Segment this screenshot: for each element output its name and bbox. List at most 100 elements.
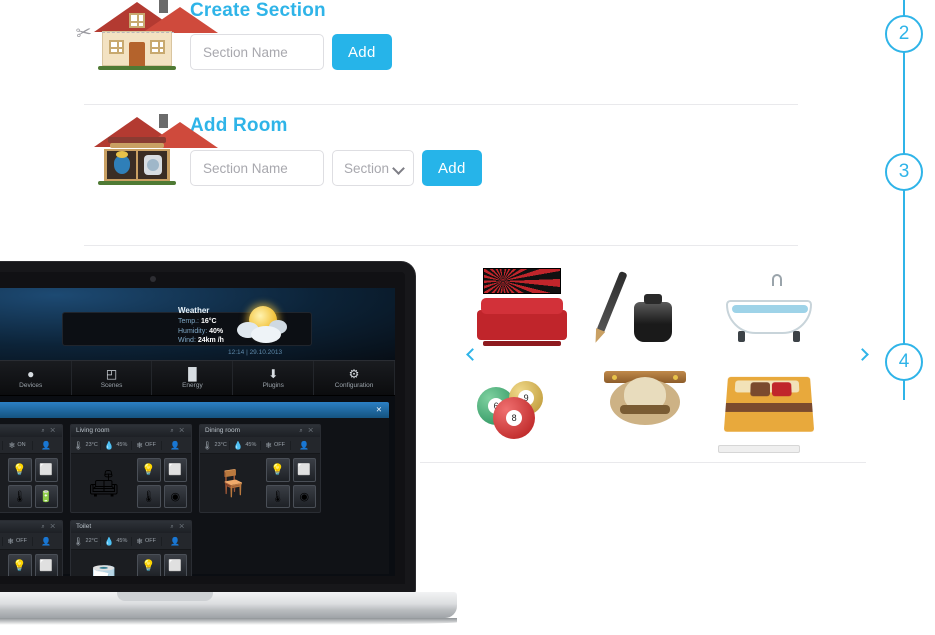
room-art-icon: 🧻 — [75, 554, 133, 577]
floor-panel: Ground floor ✕ Kitchen⌕ ✕🌡22°C💧50%❄ON👤🍶💡… — [0, 402, 389, 576]
hat-rack-icon[interactable] — [592, 361, 697, 449]
room-card[interactable]: Kitchen⌕ ✕🌡22°C💧50%❄ON👤🍶💡⬜🌡🔋 — [0, 424, 63, 513]
room-controls: 💡⬜🌡◉ — [137, 554, 187, 576]
stat-icon: 💧 — [104, 440, 115, 450]
webcam-icon — [149, 276, 156, 282]
stat-icon: 👤 — [41, 440, 52, 450]
room-control-button[interactable]: ⬜ — [34, 554, 58, 576]
billiard-balls-icon[interactable]: 6 9 8 — [469, 361, 574, 449]
room-card-tools[interactable]: ⌕ ✕ — [170, 425, 186, 437]
room-card[interactable]: Living room ⌕ ✕ 🌡 23°C 💧 45% ❄ OFF 👤 🛋 💡 ⬜ 🌡 ◉ — [70, 424, 192, 513]
bathtub-icon[interactable] — [716, 266, 821, 354]
room-card[interactable]: Guest room⌕ ✕🌡24°C💧45%❄OFF👤💼💡⬜🌡◉ — [0, 520, 63, 576]
divider-3 — [420, 462, 866, 463]
stat-value: OFF — [144, 442, 156, 448]
stat-value: ON — [17, 442, 26, 448]
weather-humidity-label: Humidity: — [178, 327, 208, 335]
room-control-button[interactable]: ⬜ — [163, 458, 187, 482]
setup-form-area: ✂ Create Section Add — [0, 0, 866, 246]
nav-item-plugins[interactable]: ⬇ Plugins — [233, 361, 315, 395]
nav-item-devices[interactable]: ● Devices — [0, 361, 72, 395]
room-main: 🧻💡⬜🌡◉ — [71, 550, 191, 576]
step-indicator-4[interactable]: 4 — [885, 343, 923, 381]
room-control-button[interactable]: 💡 — [137, 458, 161, 482]
sofa-icon[interactable] — [469, 266, 574, 354]
room-stat: 💧45% — [101, 440, 132, 450]
create-section-add-button[interactable]: Add — [332, 34, 392, 70]
room-stat: 👤 — [33, 537, 62, 546]
weather-wind-value: 24km /h — [197, 337, 224, 344]
dashboard-header: Lite 2.558 Weather Temp.: 16°C Humidity: — [0, 288, 395, 360]
room-card-tools[interactable]: ⌕ ✕ — [170, 521, 186, 533]
nav-item-energy[interactable]: █ Energy — [152, 361, 234, 395]
room-card-tools[interactable]: ⌕ ✕ — [299, 425, 315, 437]
room-control-button[interactable]: 🔋 — [34, 484, 58, 508]
room-control-button[interactable]: ⬜ — [163, 554, 187, 576]
step-indicator-3[interactable]: 3 — [885, 153, 923, 191]
room-stat: 👤 — [162, 441, 191, 450]
step-indicator-2[interactable]: 2 — [885, 15, 923, 53]
stat-icon: 🌡 — [73, 440, 84, 450]
room-control-button[interactable]: ◉ — [292, 484, 316, 508]
room-control-button[interactable]: 💡 — [266, 458, 290, 482]
weather-wind: Wind: 24km /h — [178, 336, 224, 346]
nav-item-configuration[interactable]: ⚙ Configuration — [314, 361, 395, 395]
floor-panel-header: Ground floor ✕ — [0, 402, 389, 418]
add-room-row: Add Room Section Add — [0, 105, 866, 245]
room-card[interactable]: Dining room ⌕ ✕ 🌡 23°C 💧 45% ❄ OFF 👤 🪑 💡 ⬜ 🌡 ◉ — [199, 424, 321, 513]
home-dashboard: Lite 2.558 Weather Temp.: 16°C Humidity: — [0, 288, 395, 576]
room-art-icon: 💼 — [0, 554, 4, 576]
room-card-tools[interactable]: ⌕ ✕ — [41, 425, 57, 437]
room-stats: 🌡22°C💧50%❄ON👤 — [0, 437, 62, 454]
weather-sun-cloud-icon — [235, 304, 289, 346]
nav-item-scenes[interactable]: ◰ Scenes — [72, 361, 153, 395]
add-room-add-button[interactable]: Add — [422, 150, 482, 186]
room-card-title: Toilet ⌕ ✕ — [71, 521, 191, 533]
stat-value: 23°C — [85, 442, 98, 448]
room-control-button[interactable]: 🌡 — [8, 484, 32, 508]
create-section-fields: Create Section Add — [188, 0, 392, 70]
room-card-title: Guest room⌕ ✕ — [0, 521, 62, 533]
room-control-button[interactable]: 🌡 — [137, 484, 161, 508]
room-control-button[interactable]: 🌡 — [266, 484, 290, 508]
stat-value: 45% — [245, 442, 257, 448]
laptop-mockup: Lite 2.558 Weather Temp.: 16°C Humidity: — [0, 262, 457, 635]
room-control-button[interactable]: 💡 — [8, 458, 32, 482]
stat-value: 45% — [116, 442, 128, 448]
room-control-button[interactable]: ⬜ — [292, 458, 316, 482]
chevron-down-icon — [394, 163, 404, 173]
gallery-grid: 6 9 8 — [460, 262, 830, 453]
add-room-fields: Add Room Section Add — [188, 115, 482, 186]
room-main: 🛋 💡 ⬜ 🌡 ◉ — [71, 454, 191, 512]
room-stat: 👤 — [162, 537, 191, 546]
close-icon[interactable]: ✕ — [376, 402, 382, 418]
nav-item-label: Devices — [19, 381, 43, 389]
stat-icon: 👤 — [41, 536, 52, 546]
room-stat: ❄ OFF — [261, 440, 291, 450]
room-name-input[interactable] — [190, 150, 324, 186]
stat-icon: ❄ — [265, 440, 272, 450]
section-select-value: Section — [344, 160, 390, 176]
weather-humidity-value: 40% — [209, 327, 224, 335]
laptop-base-shadow — [0, 618, 457, 625]
stat-value: 45% — [116, 538, 128, 544]
section-name-input[interactable] — [190, 34, 324, 70]
weather-temp-label: Temp.: — [178, 318, 200, 325]
inkpot-pen-icon[interactable] — [592, 266, 697, 354]
stat-icon: ❄ — [8, 440, 16, 450]
weather-title: Weather — [178, 306, 210, 315]
room-control-button[interactable]: 💡 — [8, 554, 32, 576]
room-card-tools[interactable]: ⌕ ✕ — [41, 521, 57, 533]
dashboard-timestamp: 12:14 | 29.10.2013 — [228, 349, 283, 356]
bed-icon[interactable] — [716, 361, 821, 453]
room-main: 💼💡⬜🌡◉ — [0, 550, 62, 576]
room-card-title: Living room ⌕ ✕ — [71, 425, 191, 437]
section-select[interactable]: Section — [332, 150, 414, 186]
room-control-button[interactable]: ◉ — [163, 484, 187, 508]
floor-panel-body: Kitchen⌕ ✕🌡22°C💧50%❄ON👤🍶💡⬜🌡🔋Living room⌕… — [0, 418, 389, 576]
room-icon-gallery: 6 9 8 — [420, 262, 869, 453]
room-control-button[interactable]: 💡 — [137, 554, 161, 576]
room-control-button[interactable]: ⬜ — [34, 458, 58, 482]
devices-icon: ● — [27, 366, 35, 381]
room-card[interactable]: Toilet⌕ ✕🌡22°C💧45%❄OFF👤🧻💡⬜🌡◉ — [70, 520, 192, 576]
